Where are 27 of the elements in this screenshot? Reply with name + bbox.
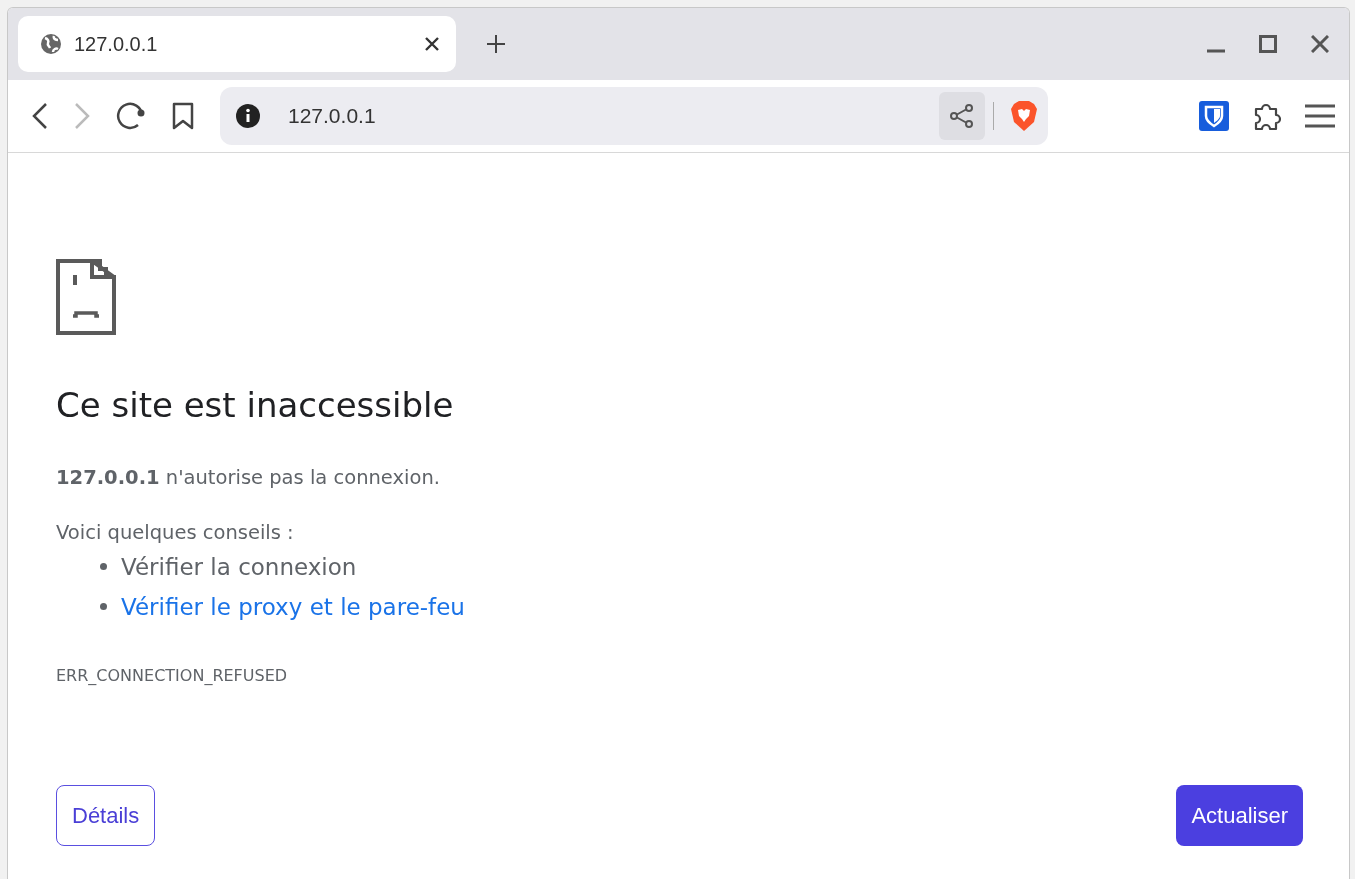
bookmark-icon[interactable] <box>172 102 194 130</box>
details-button[interactable]: Détails <box>56 785 156 846</box>
suggestion-link[interactable]: Vérifier le proxy et le pare-feu <box>121 593 465 620</box>
error-heading: Ce site est inaccessible <box>56 385 455 426</box>
address-bar[interactable]: 127.0.0.1 <box>220 87 1048 145</box>
suggestion-text: Vérifier la connexion <box>121 553 357 580</box>
back-icon[interactable] <box>32 102 48 130</box>
maximize-icon[interactable] <box>1259 35 1277 53</box>
new-tab-icon[interactable] <box>486 34 506 54</box>
close-icon[interactable] <box>424 36 440 52</box>
share-icon <box>949 103 975 129</box>
error-code: ERR_CONNECTION_REFUSED <box>56 665 289 685</box>
menu-icon[interactable] <box>1305 104 1335 128</box>
sad-page-icon <box>56 259 116 335</box>
info-icon[interactable] <box>236 104 260 128</box>
reload-button[interactable]: Actualiser <box>1176 785 1303 846</box>
reload-icon[interactable] <box>116 101 146 131</box>
close-icon[interactable] <box>1311 35 1329 53</box>
browser-tab[interactable]: 127.0.0.1 <box>18 16 456 72</box>
error-message: 127.0.0.1 n'autorise pas la connexion. <box>56 465 441 489</box>
suggestions-intro: Voici quelques conseils : <box>56 520 295 544</box>
lion-shield-icon[interactable] <box>1010 100 1038 132</box>
shield-extension-icon[interactable] <box>1199 101 1229 131</box>
globe-icon <box>40 33 62 55</box>
bullet-icon <box>100 563 107 571</box>
bullet-icon <box>100 603 107 611</box>
share-button[interactable] <box>939 92 985 140</box>
